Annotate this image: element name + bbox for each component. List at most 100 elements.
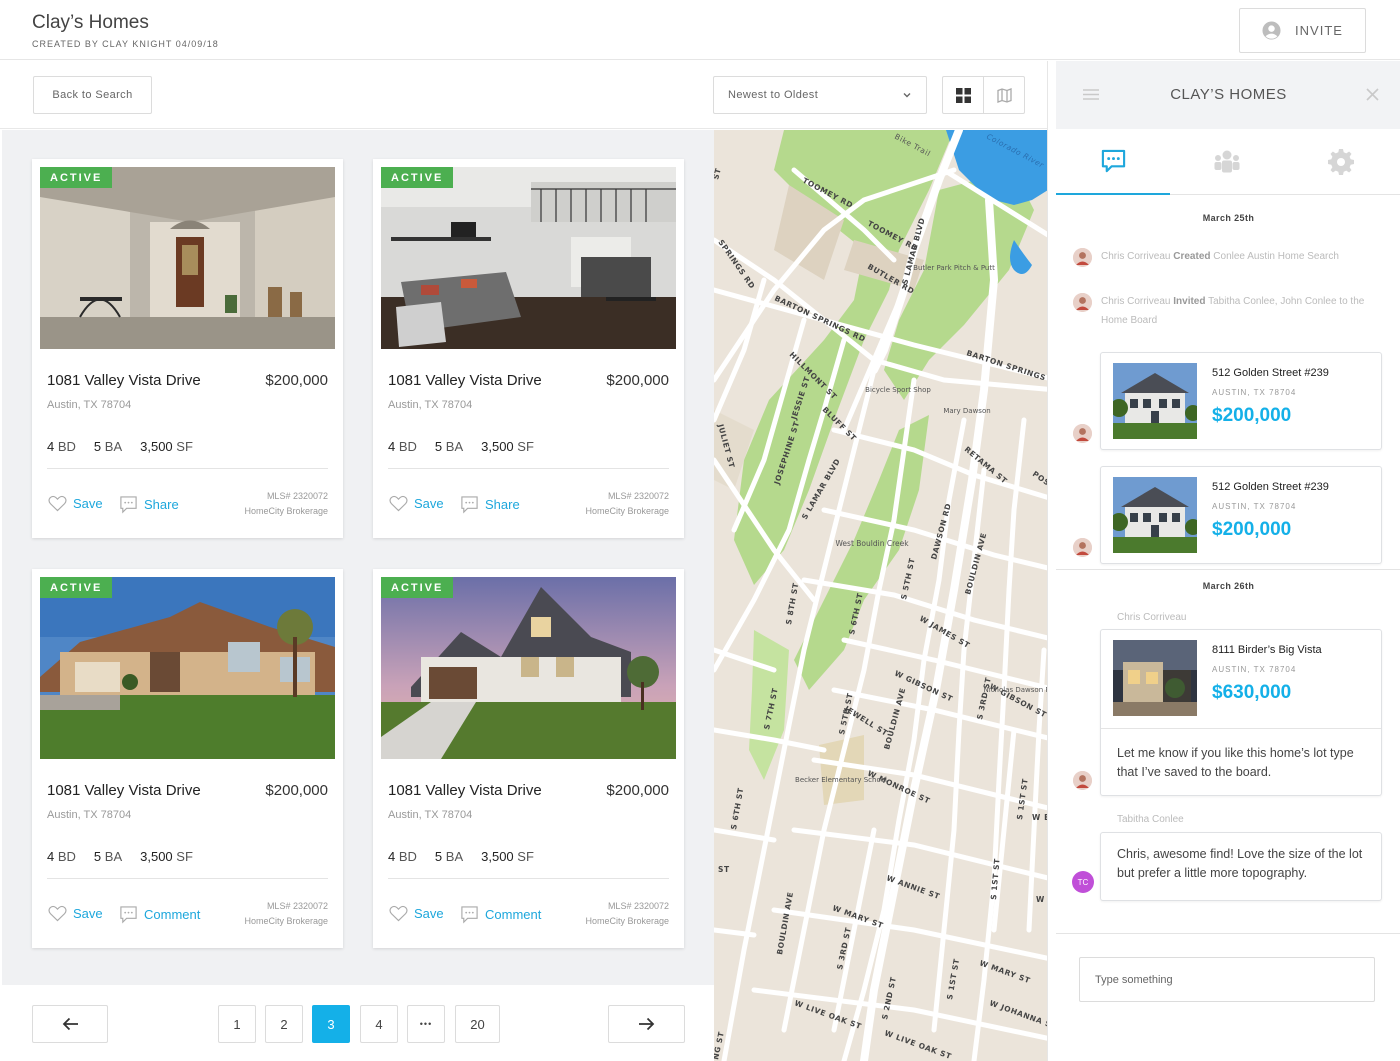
chevron-down-icon: [903, 93, 911, 98]
save-button[interactable]: Save: [389, 495, 444, 512]
listing-photo[interactable]: ACTIVE: [381, 167, 676, 349]
map-icon: [996, 87, 1012, 103]
shared-listing-address: 512 Golden Street #239: [1212, 481, 1329, 493]
back-to-search-button[interactable]: Back to Search: [33, 76, 152, 114]
save-label: Save: [73, 496, 103, 511]
board-panel: CLAY’S HOMES March 25th Chris Corriveau …: [1047, 61, 1400, 1061]
listing-card[interactable]: ACTIVE 1081 Valley Vista Drive $200,000 …: [32, 569, 343, 948]
shared-listing-price: $630,000: [1212, 682, 1292, 703]
sort-dropdown[interactable]: Newest to Oldest: [713, 76, 927, 114]
close-icon[interactable]: [1366, 88, 1379, 101]
share-label: Share: [144, 497, 179, 512]
shared-listing-photo: [1113, 477, 1197, 553]
listing-city: Austin, TX 78704: [388, 399, 473, 411]
chat-bubble-icon: [461, 906, 478, 924]
panel-title: CLAY’S HOMES: [1170, 86, 1287, 103]
page-button[interactable]: 4: [360, 1005, 398, 1043]
beds: 4 BD: [47, 439, 76, 454]
shared-listing-city: AUSTIN, TX 78704: [1212, 502, 1297, 511]
map-poi-label: Butler Park Pitch & Putt: [913, 264, 995, 272]
page-ellipsis[interactable]: •••: [407, 1005, 445, 1043]
page-button[interactable]: 1: [218, 1005, 256, 1043]
map-street-label: S 2ND ST: [880, 976, 898, 1021]
sqft: 3,500 SF: [481, 439, 534, 454]
baths: 5 BA: [434, 849, 464, 864]
shared-listing-price: $200,000: [1212, 405, 1292, 426]
listing-city: Austin, TX 78704: [47, 399, 132, 411]
map-street-label: ST: [718, 865, 730, 874]
comment-button[interactable]: Comment: [119, 905, 200, 924]
street-map: TOOMEY RD TOOMEY RD BUTLER RD S LAMAR BL…: [714, 130, 1056, 1061]
listing-address[interactable]: 1081 Valley Vista Drive: [47, 372, 201, 389]
map-street-label: W LIVE OAK ST: [883, 1028, 953, 1061]
brokerage: HomeCity Brokerage: [585, 916, 669, 926]
message-input[interactable]: Type something: [1079, 957, 1375, 1002]
shared-listing-city: AUSTIN, TX 78704: [1212, 665, 1297, 674]
listing-price: $200,000: [606, 782, 669, 799]
listing-price: $200,000: [265, 372, 328, 389]
beds: 4 BD: [47, 849, 76, 864]
map[interactable]: TOOMEY RD TOOMEY RD BUTLER RD S LAMAR BL…: [714, 130, 1056, 1061]
shared-listing-price: $200,000: [1212, 519, 1292, 540]
top-header: Clay’s Homes CREATED BY CLAY KNIGHT 04/0…: [0, 0, 1400, 60]
avatar: [1073, 771, 1092, 790]
map-poi-label: Bicycle Sport Shop: [865, 386, 931, 394]
listing-city: Austin, TX 78704: [47, 809, 132, 821]
pagination: 1 2 3 4 ••• 20: [0, 985, 714, 1061]
listing-address[interactable]: 1081 Valley Vista Drive: [388, 372, 542, 389]
page-title: Clay’s Homes: [32, 12, 149, 33]
listing-card[interactable]: ACTIVE 1081 Valley Vista Drive $200,000 …: [373, 569, 684, 948]
avatar: TC: [1072, 871, 1094, 893]
tab-people[interactable]: [1170, 129, 1284, 195]
invite-button[interactable]: INVITE: [1239, 8, 1366, 53]
comment-button[interactable]: Comment: [460, 905, 541, 924]
sender-name: Tabitha Conlee: [1117, 814, 1184, 825]
map-view-button[interactable]: [984, 77, 1024, 113]
save-button[interactable]: Save: [48, 905, 103, 922]
porch-photo: [40, 167, 335, 349]
avatar: [1073, 538, 1092, 557]
map-poi-label: Becker Elementary School: [795, 776, 887, 784]
heart-icon: [48, 495, 67, 512]
tab-chat[interactable]: [1056, 129, 1170, 195]
share-button[interactable]: Share: [460, 495, 520, 514]
map-poi-label: Nicholas Dawson Park: [984, 686, 1056, 694]
grid-view-button[interactable]: [943, 77, 984, 113]
status-badge: ACTIVE: [40, 577, 113, 598]
mls-number: MLS# 2320072: [266, 491, 328, 501]
listing-address[interactable]: 1081 Valley Vista Drive: [47, 782, 201, 799]
chat-icon: [1101, 149, 1125, 172]
user-circle-icon: [1262, 21, 1281, 40]
share-button[interactable]: Share: [119, 495, 179, 514]
page-button[interactable]: 2: [265, 1005, 303, 1043]
shared-listing-photo: [1113, 363, 1197, 439]
listing-card[interactable]: ACTIVE 1081 Valley Vista Drive $200,000 …: [373, 159, 684, 538]
listing-photo[interactable]: ACTIVE: [40, 577, 335, 759]
listing-photo[interactable]: ACTIVE: [381, 577, 676, 759]
save-button[interactable]: Save: [389, 905, 444, 922]
divider: [1056, 933, 1400, 934]
tab-settings[interactable]: [1284, 129, 1398, 195]
avatar: [1073, 424, 1092, 443]
people-icon: [1214, 150, 1240, 173]
map-street-label: S 8TH ST: [784, 582, 800, 626]
listing-photo[interactable]: ACTIVE: [40, 167, 335, 349]
page-button[interactable]: 20: [455, 1005, 500, 1043]
house-day-photo: [40, 577, 335, 759]
activity-item: Chris Corriveau Created Conlee Austin Ho…: [1101, 251, 1339, 262]
map-street-label: S 1ST ST: [945, 957, 961, 1000]
map-street-label: S 1ST ST: [1015, 777, 1030, 820]
next-page-button[interactable]: [608, 1005, 685, 1043]
shared-listing-card[interactable]: 512 Golden Street #239 AUSTIN, TX 78704 …: [1100, 352, 1382, 450]
page-button-current[interactable]: 3: [312, 1005, 350, 1043]
map-street-label: S 6TH ST: [729, 787, 745, 831]
shared-listing-card[interactable]: 512 Golden Street #239 AUSTIN, TX 78704 …: [1100, 466, 1382, 564]
arrow-left-icon: [62, 1017, 78, 1031]
listing-card[interactable]: ACTIVE 1081 Valley Vista Drive $200,000 …: [32, 159, 343, 538]
listing-address[interactable]: 1081 Valley Vista Drive: [388, 782, 542, 799]
activity-item: Chris Corriveau Invited Tabitha Conlee, …: [1101, 296, 1365, 326]
listing-grid: ACTIVE 1081 Valley Vista Drive $200,000 …: [2, 130, 714, 985]
save-button[interactable]: Save: [48, 495, 103, 512]
shared-listing-card[interactable]: 8111 Birder’s Big Vista AUSTIN, TX 78704…: [1100, 629, 1382, 796]
prev-page-button[interactable]: [32, 1005, 108, 1043]
